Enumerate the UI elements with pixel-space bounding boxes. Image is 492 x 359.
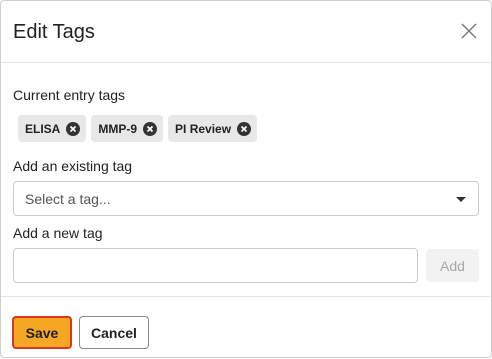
current-tags-label: Current entry tags xyxy=(13,87,126,103)
tag-label: MMP-9 xyxy=(98,121,138,136)
cancel-button[interactable]: Cancel xyxy=(79,316,149,349)
existing-tag-select[interactable]: Select a tag... xyxy=(13,181,479,216)
tag-label: PI Review xyxy=(175,121,232,136)
caret-down-icon xyxy=(456,197,466,202)
dialog-header: Edit Tags xyxy=(1,1,491,63)
dialog-title: Edit Tags xyxy=(13,21,95,43)
tag-list: ELISA MMP-9 PI Review xyxy=(18,115,258,142)
add-tag-button[interactable]: Add xyxy=(426,249,479,282)
existing-tag-label: Add an existing tag xyxy=(13,158,133,174)
tag-chip: MMP-9 xyxy=(91,115,164,142)
dialog-body: Current entry tags ELISA MMP-9 PI Review… xyxy=(1,63,491,297)
close-icon[interactable] xyxy=(459,21,479,41)
select-placeholder: Select a tag... xyxy=(25,191,111,207)
remove-circle-icon[interactable] xyxy=(143,121,158,136)
new-tag-input[interactable] xyxy=(13,248,418,283)
remove-circle-icon[interactable] xyxy=(237,121,252,136)
dialog-footer: Save Cancel xyxy=(1,298,491,359)
remove-circle-icon[interactable] xyxy=(66,121,81,136)
tag-chip: PI Review xyxy=(168,115,258,142)
tag-chip: ELISA xyxy=(18,115,87,142)
new-tag-label: Add a new tag xyxy=(13,225,103,241)
tag-label: ELISA xyxy=(25,121,61,136)
edit-tags-dialog: Edit Tags Current entry tags ELISA MMP-9 xyxy=(0,0,492,358)
save-button[interactable]: Save xyxy=(12,316,72,349)
